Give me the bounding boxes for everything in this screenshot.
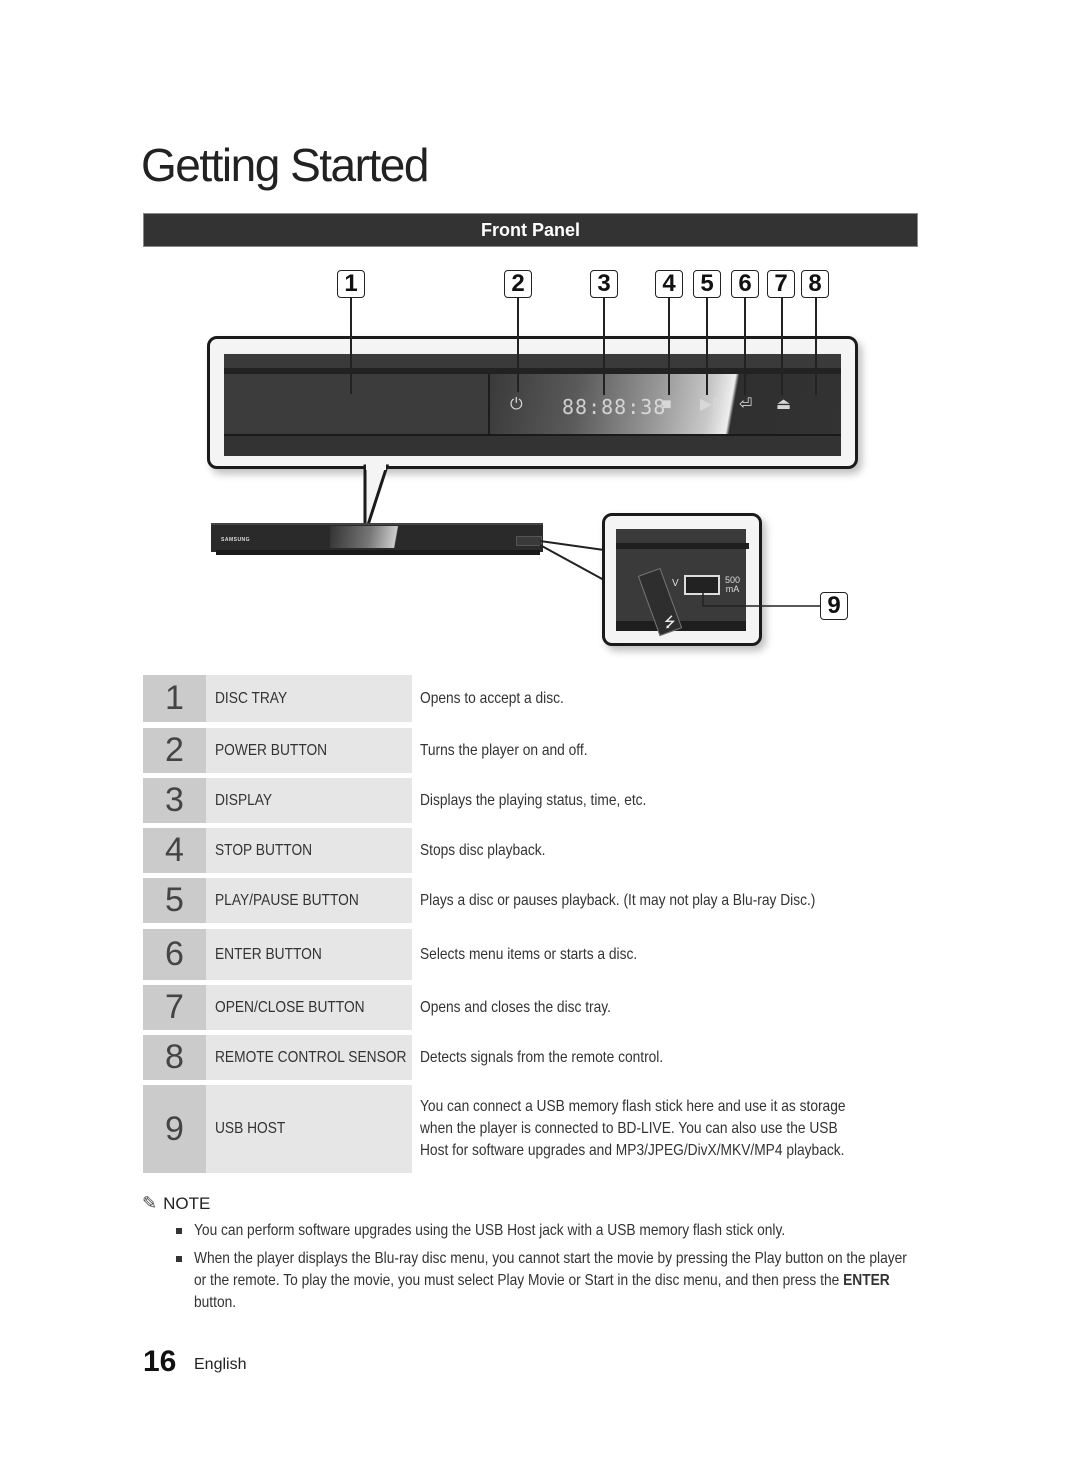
zoom-pointer [363,462,390,530]
part-name-text: DISC TRAY [215,689,288,707]
player-display [330,526,430,548]
part-description: Selects menu items or starts a disc. [420,929,920,980]
part-description: Plays a disc or pauses playback. (It may… [420,878,920,923]
part-name: STOP BUTTON [206,828,412,873]
usb-icon: ⭍ [664,614,676,630]
part-name-text: OPEN/CLOSE BUTTON [215,998,365,1016]
callout-2: 2 [504,270,532,298]
note-label: NOTE [163,1194,211,1213]
part-name-text: DISPLAY [215,791,273,809]
pencil-icon: ✎ [142,1193,158,1213]
note-item: You can perform software upgrades using … [176,1220,906,1242]
part-number: 8 [143,1035,206,1080]
part-description-text: Turns the player on and off. [420,741,588,759]
callout-5: 5 [693,270,721,298]
leader-line-6 [744,298,746,395]
note-item-text: When the player displays the Blu-ray dis… [194,1248,908,1314]
part-description: Opens and closes the disc tray. [420,985,920,1030]
callout-9: 9 [820,592,848,620]
part-name-text: STOP BUTTON [215,841,313,859]
note-item-text-part: When the player displays the Blu-ray dis… [194,1250,907,1289]
note-item-text: You can perform software upgrades using … [194,1222,786,1239]
player-base [216,550,540,555]
part-number: 5 [143,878,206,923]
part-name-text: PLAY/PAUSE BUTTON [215,891,359,909]
leader-line-7 [781,298,783,395]
enter-keyword: ENTER [843,1272,890,1289]
part-description-text: Opens to accept a disc. [420,689,564,707]
play-pause-icon: ▶‖ [700,396,719,413]
part-name: DISPLAY [206,778,412,823]
leader-line-4 [668,298,670,395]
enter-icon: ⏎ [739,396,753,413]
leader-line-1 [350,298,352,394]
leader-line-9 [702,590,820,607]
part-description-text: You can connect a USB memory flash stick… [420,1098,846,1159]
part-name-text: POWER BUTTON [215,741,328,759]
power-icon: ⏻ [510,396,523,413]
callout-3: 3 [590,270,618,298]
note-item: When the player displays the Blu-ray dis… [176,1248,908,1314]
part-description-text: Opens and closes the disc tray. [420,998,611,1016]
part-name: PLAY/PAUSE BUTTON [206,878,412,923]
part-description: You can connect a USB memory flash stick… [420,1085,920,1173]
page-language: English [194,1356,247,1373]
callout-7: 7 [767,270,795,298]
usb-pointer-lines [539,540,605,581]
part-name: ENTER BUTTON [206,929,412,980]
part-number: 3 [143,778,206,823]
part-name: POWER BUTTON [206,728,412,773]
callout-8: 8 [801,270,829,298]
part-description: Stops disc playback. [420,828,920,873]
part-description: Detects signals from the remote control. [420,1035,920,1080]
part-description-text: Displays the playing status, time, etc. [420,791,647,809]
eject-icon: ⏏ [776,396,792,413]
part-name: DISC TRAY [206,675,412,722]
part-number: 2 [143,728,206,773]
part-description: Opens to accept a disc. [420,675,920,722]
leader-line-8 [815,298,817,395]
part-name: USB HOST [206,1085,412,1173]
part-name: OPEN/CLOSE BUTTON [206,985,412,1030]
part-description: Turns the player on and off. [420,728,920,773]
part-number: 9 [143,1085,206,1173]
callout-6: 6 [731,270,759,298]
part-name-text: USB HOST [215,1120,286,1137]
usb-panel-stripe [616,543,749,549]
part-description-text: Detects signals from the remote control. [420,1048,664,1066]
part-name: REMOTE CONTROL SENSOR [206,1035,412,1080]
part-number: 1 [143,675,206,722]
part-number: 7 [143,985,206,1030]
display-readout: 88:88:38 [562,395,667,419]
callout-4: 4 [655,270,683,298]
section-header: Front Panel [143,213,918,247]
note-item-text-part: button. [194,1294,237,1311]
note-heading: ✎ NOTE [142,1193,210,1214]
usb-voltage-label: V [672,578,679,589]
leader-line-3 [603,298,605,395]
note-list: You can perform software upgrades using … [176,1220,908,1320]
leader-line-5 [706,298,708,395]
disc-tray [224,374,490,434]
part-description-text: Plays a disc or pauses playback. (It may… [420,891,816,909]
leader-line-2 [517,298,519,392]
part-description-text: Selects menu items or starts a disc. [420,945,638,963]
part-number: 4 [143,828,206,873]
part-number: 6 [143,929,206,980]
page-title: Getting Started [141,139,429,191]
part-description: Displays the playing status, time, etc. [420,778,920,823]
part-name-text: ENTER BUTTON [215,945,322,963]
stop-icon: ■ [662,396,672,413]
callout-1: 1 [337,270,365,298]
brand-logo: SAMSUNG [221,537,251,543]
part-description-text: Stops disc playback. [420,841,546,859]
page-number: 16 [143,1345,177,1378]
part-name-text: REMOTE CONTROL SENSOR [215,1048,407,1066]
panel-bottom [224,434,841,456]
